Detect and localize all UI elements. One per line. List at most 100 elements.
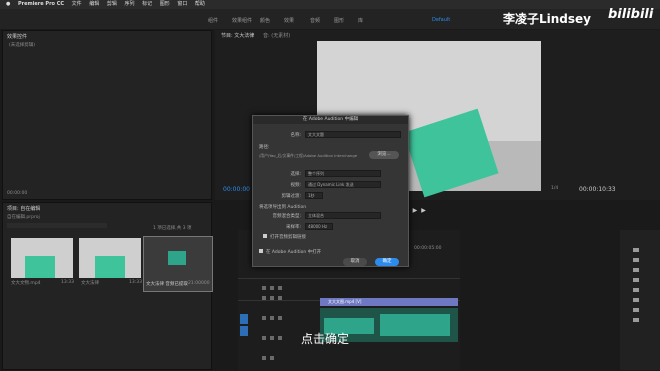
track-sync-icon[interactable] [270, 296, 274, 300]
track-eye-icon[interactable] [278, 296, 282, 300]
ok-button[interactable]: 确定 [375, 258, 399, 266]
audio-waveform [380, 314, 450, 336]
menu-window[interactable]: 窗口 [177, 1, 187, 7]
workspace-tab[interactable]: 效果 [284, 17, 294, 24]
open-audition-label: 在 Adobe Audition 中打开 [266, 250, 322, 255]
effect-time: 00:00:00 [7, 191, 28, 196]
ruler-tick: 00:00:05:00 [414, 246, 442, 251]
workspace-tab-active[interactable]: Default [432, 17, 450, 23]
track-mute-icon[interactable] [270, 356, 274, 360]
track-target-a1[interactable] [240, 326, 248, 336]
sample-rate-label: 采样率: [285, 225, 301, 230]
video-clip[interactable]: 文大文图.mp4 [V] [320, 298, 458, 306]
audio-export-label: 将选项导出到 Audition [259, 205, 307, 210]
link-audio-checkbox[interactable] [263, 234, 267, 238]
project-item-count: 1 项已选择,共 3 项 [153, 226, 192, 231]
name-label: 名称: [290, 133, 301, 138]
clip-name: 文大法律 [81, 281, 99, 286]
timeline-ruler: 00:00:05:00 [414, 246, 441, 251]
menu-clip[interactable]: 剪辑 [107, 1, 117, 7]
step-forward-icon[interactable]: ▶ [421, 207, 430, 214]
clip-duration: 13:33 [129, 280, 142, 285]
workspace-tab[interactable]: 效果组件 [232, 17, 252, 24]
folder-icon[interactable] [633, 288, 639, 292]
video-dropdown[interactable]: 通过 Dynamic Link 发送 [305, 181, 381, 188]
track-lock-icon[interactable] [262, 296, 266, 300]
folder-icon[interactable] [633, 258, 639, 262]
clip-duration: 21:00000 [188, 281, 210, 286]
program-current-time: 00:00:00 [223, 186, 250, 193]
menu-edit[interactable]: 编辑 [89, 1, 99, 7]
transport-controls: ◀▶▶ [404, 207, 504, 215]
project-path: 自在编辑.prproj [7, 215, 40, 220]
workspace-tab[interactable]: 音频 [310, 17, 320, 24]
clip-thumbnail[interactable] [79, 238, 141, 278]
select-label: 选择: [290, 172, 301, 177]
cancel-button[interactable]: 取消 [343, 258, 367, 266]
clip-name: 文大文物.mp4 [11, 281, 41, 286]
audition-dialog: 在 Adobe Audition 中编辑 名称: 文大文题 路径: /用户/Ya… [252, 115, 409, 267]
track-eye-icon[interactable] [278, 286, 282, 290]
track-mute-icon[interactable] [270, 336, 274, 340]
mix-label: 音频混合类型: [272, 214, 301, 219]
watermark-name: 李凌子Lindsey [503, 12, 591, 26]
project-search-input[interactable] [7, 223, 107, 228]
clip-thumbnail[interactable] [11, 238, 73, 278]
track-lock-icon[interactable] [262, 336, 266, 340]
video-label: 视频: [290, 183, 301, 188]
bilibili-logo: bilibili [608, 7, 654, 22]
track-solo-icon[interactable] [278, 316, 282, 320]
handles-label: 剪辑过渡: [281, 194, 301, 199]
clip-name: 文大法律 音频已提取 [146, 282, 188, 287]
dialog-title: 在 Adobe Audition 中编辑 [253, 116, 408, 124]
menu-help[interactable]: 帮助 [195, 1, 205, 7]
program-tab[interactable]: 节目: 文大法律 [217, 30, 258, 41]
workspace-tab[interactable]: 组件 [208, 17, 218, 24]
menu-file[interactable]: 文件 [72, 1, 82, 7]
project-panel: 项目: 自在编辑 自在编辑.prproj 1 项已选择,共 3 项 文大文物.m… [2, 202, 213, 370]
track-mute-icon[interactable] [270, 316, 274, 320]
track-target-v1[interactable] [240, 314, 248, 324]
path-value: /用户/Yao_后/文事件/工程/Adobe Audition Intercha… [259, 153, 358, 158]
track-lock-icon[interactable] [262, 316, 266, 320]
folder-icon[interactable] [633, 268, 639, 272]
clip-thumbnail-selected[interactable]: 文大法律 音频已提取 21:00000 [143, 236, 213, 292]
menu-marker[interactable]: 标记 [142, 1, 152, 7]
folder-icon[interactable] [633, 318, 639, 322]
audio-tab[interactable]: 音: (无素材) [259, 30, 294, 41]
menu-graphics[interactable]: 图形 [160, 1, 170, 7]
play-icon[interactable]: ▶ [413, 207, 422, 214]
menu-bar: ● Premiere Pro CC 文件 编辑 剪辑 序列 标记 图形 窗口 帮… [0, 0, 660, 9]
track-solo-icon[interactable] [278, 336, 282, 340]
sample-rate-field[interactable]: 48000 Hz [305, 223, 333, 230]
folder-icon[interactable] [633, 298, 639, 302]
track-lock-icon[interactable] [262, 286, 266, 290]
track-sync-icon[interactable] [270, 286, 274, 290]
select-dropdown[interactable]: 整个序列 [305, 170, 381, 177]
mix-dropdown[interactable]: 立体混合 [305, 212, 381, 219]
app-name[interactable]: Premiere Pro CC [18, 1, 64, 7]
workspace-tab[interactable]: 库 [358, 17, 363, 24]
bin-panel [620, 230, 660, 370]
effect-controls-title[interactable]: 效果控件 [3, 31, 211, 42]
name-field[interactable]: 文大文题 [305, 131, 401, 138]
handles-field[interactable]: 1秒 [305, 192, 323, 199]
folder-icon[interactable] [633, 308, 639, 312]
folder-icon[interactable] [633, 248, 639, 252]
folder-icon[interactable] [633, 278, 639, 282]
link-audio-label: 打开音频剪辑链接 [270, 235, 306, 240]
effect-controls-panel: 效果控件 (未选择剪辑) 00:00:00 [2, 30, 212, 200]
menu-sequence[interactable]: 序列 [124, 1, 134, 7]
clip-duration: 13:33 [61, 280, 74, 285]
clip-cube [95, 256, 125, 278]
workspace-tab[interactable]: 颜色 [260, 17, 270, 24]
workspace-tab[interactable]: 图形 [334, 17, 344, 24]
browse-button[interactable]: 浏览... [369, 151, 399, 159]
subtitle-text: 点击确定 [301, 332, 350, 346]
apple-icon[interactable]: ● [6, 1, 10, 7]
open-audition-checkbox[interactable] [259, 249, 263, 253]
project-title[interactable]: 项目: 自在编辑 [3, 203, 211, 214]
video-clip-label: 文大文图.mp4 [V] [328, 299, 362, 304]
zoom-level[interactable]: 1/4 [551, 186, 558, 191]
track-lock-icon[interactable] [262, 356, 266, 360]
